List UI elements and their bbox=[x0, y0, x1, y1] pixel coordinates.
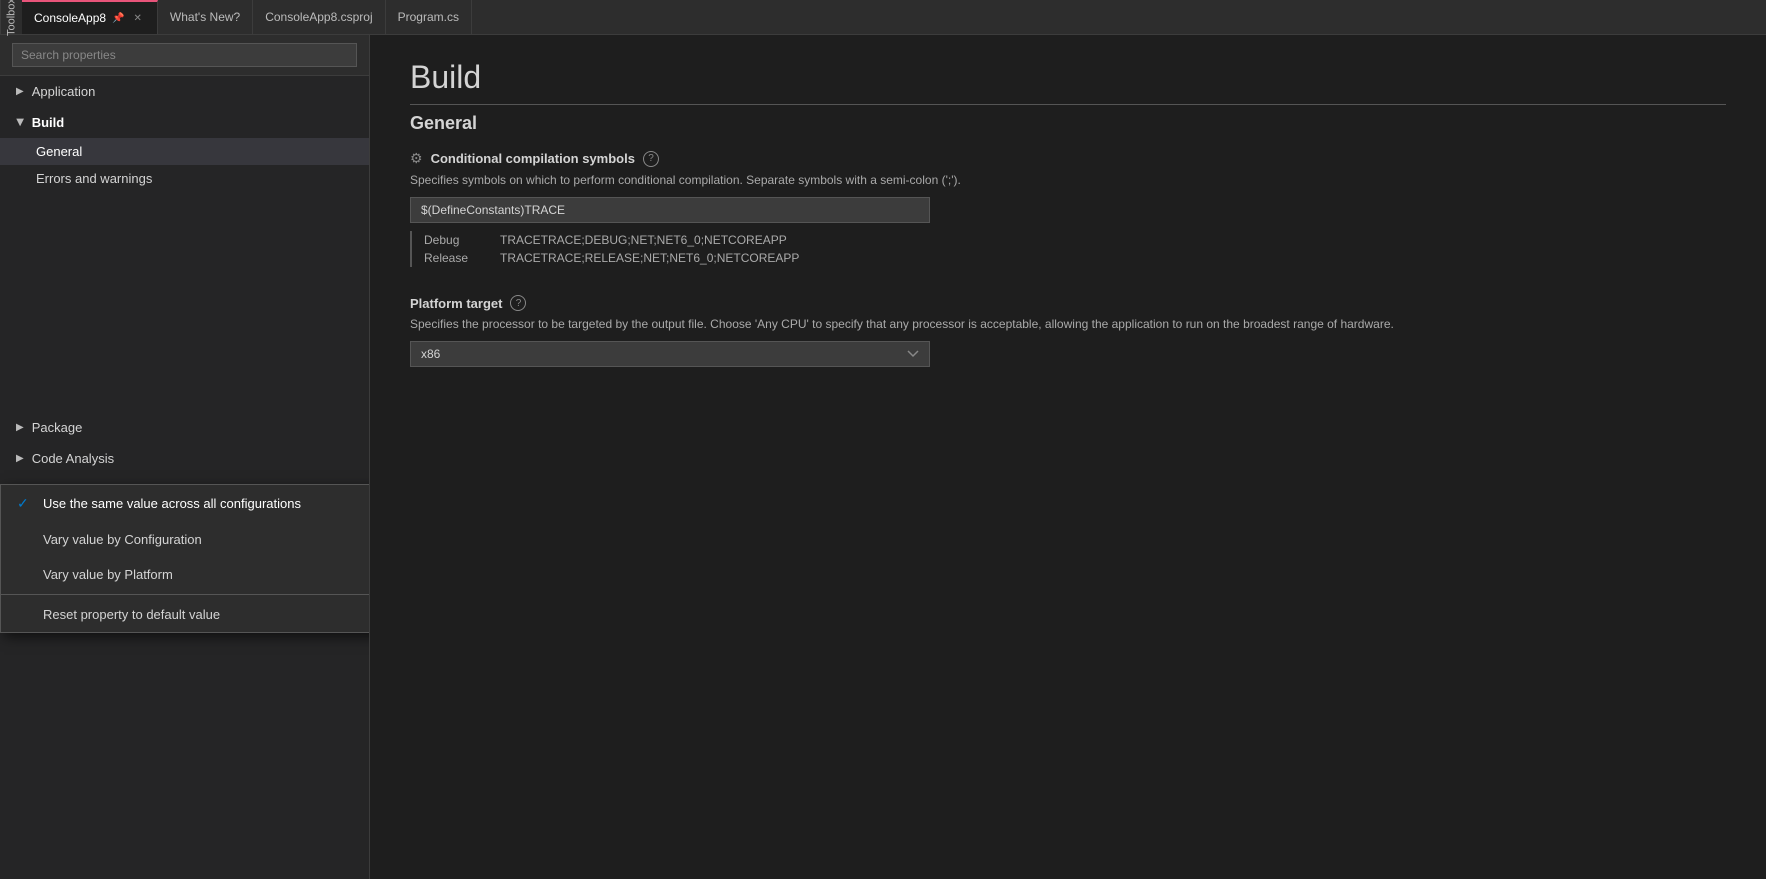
dropdown-item-same-value[interactable]: ✓ Use the same value across all configur… bbox=[1, 485, 370, 522]
search-input[interactable] bbox=[12, 43, 357, 67]
preview-table: Debug TRACETRACE;DEBUG;NET;NET6_0;NETCOR… bbox=[410, 231, 1726, 267]
preview-row-debug: Debug TRACETRACE;DEBUG;NET;NET6_0;NETCOR… bbox=[424, 231, 1726, 249]
preview-row-release: Release TRACETRACE;RELEASE;NET;NET6_0;NE… bbox=[424, 249, 1726, 267]
check-icon: ✓ bbox=[17, 495, 33, 512]
dropdown-item-label: Use the same value across all configurat… bbox=[43, 496, 301, 511]
chevron-right-icon: ▶ bbox=[16, 422, 24, 433]
tab-consoleapp8[interactable]: ConsoleApp8 📌 ✕ bbox=[22, 0, 158, 34]
close-icon[interactable]: ✕ bbox=[131, 12, 145, 25]
conditional-symbols-input[interactable] bbox=[410, 197, 930, 223]
tab-program[interactable]: Program.cs bbox=[386, 0, 472, 34]
field-label: Platform target bbox=[410, 296, 502, 311]
dropdown-item-label: Vary value by Platform bbox=[43, 567, 173, 582]
divider bbox=[1, 594, 370, 595]
sidebar-item-label: General bbox=[36, 144, 82, 159]
toolbox-strip[interactable]: Toolbox bbox=[0, 0, 22, 34]
help-icon[interactable]: ? bbox=[643, 151, 659, 167]
chevron-down-icon: ▶ bbox=[14, 119, 25, 127]
dropdown-item-reset[interactable]: Reset property to default value bbox=[1, 597, 370, 632]
config-label: Release bbox=[424, 251, 484, 265]
platform-target-select[interactable]: Any CPU x86 x64 ARM ARM64 bbox=[410, 341, 930, 367]
sidebar-item-label: Errors and warnings bbox=[36, 171, 152, 186]
field-description: Specifies symbols on which to perform co… bbox=[410, 171, 1726, 189]
search-bar bbox=[0, 35, 369, 76]
tab-label: ConsoleApp8.csproj bbox=[265, 10, 372, 24]
page-title: Build bbox=[410, 59, 1726, 105]
pin-icon[interactable]: 📌 bbox=[112, 13, 124, 24]
tab-label: ConsoleApp8 bbox=[34, 11, 106, 25]
sidebar-item-package[interactable]: ▶ Package bbox=[0, 412, 369, 443]
sidebar-item-general[interactable]: General bbox=[0, 138, 369, 165]
config-label: Debug bbox=[424, 233, 484, 247]
content-area: Build General ⚙ Conditional compilation … bbox=[370, 35, 1766, 879]
dropdown-item-label: Vary value by Configuration bbox=[43, 532, 202, 547]
chevron-right-icon: ▶ bbox=[16, 86, 24, 97]
dropdown-item-label: Reset property to default value bbox=[43, 607, 220, 622]
main-layout: ▶ Application ▶ Build General Errors and… bbox=[0, 35, 1766, 879]
tab-label: Program.cs bbox=[398, 10, 459, 24]
tab-bar: Toolbox ConsoleApp8 📌 ✕ What's New? Cons… bbox=[0, 0, 1766, 35]
tab-label: What's New? bbox=[170, 10, 240, 24]
dropdown-container: Errors and warnings ✓ Use the same value… bbox=[0, 165, 369, 192]
sidebar-item-application[interactable]: ▶ Application bbox=[0, 76, 369, 107]
field-platform-target: Platform target ? Specifies the processo… bbox=[410, 295, 1726, 367]
sidebar-item-label: Application bbox=[32, 84, 96, 99]
field-label: Conditional compilation symbols bbox=[431, 151, 635, 166]
tab-csproj[interactable]: ConsoleApp8.csproj bbox=[253, 0, 385, 34]
section-title: General bbox=[410, 113, 1726, 134]
field-header: Platform target ? bbox=[410, 295, 1726, 311]
gear-icon: ⚙ bbox=[410, 150, 423, 167]
sidebar-item-label: Package bbox=[32, 420, 83, 435]
config-value: TRACETRACE;RELEASE;NET;NET6_0;NETCOREAPP bbox=[500, 251, 799, 265]
sidebar-item-build[interactable]: ▶ Build bbox=[0, 107, 369, 138]
tab-whatsnew[interactable]: What's New? bbox=[158, 0, 253, 34]
field-header: ⚙ Conditional compilation symbols ? bbox=[410, 150, 1726, 167]
chevron-right-icon: ▶ bbox=[16, 453, 24, 464]
sidebar-item-label: Code Analysis bbox=[32, 451, 114, 466]
sidebar-item-errors[interactable]: Errors and warnings bbox=[0, 165, 369, 192]
sidebar: ▶ Application ▶ Build General Errors and… bbox=[0, 35, 370, 879]
dropdown-menu: ✓ Use the same value across all configur… bbox=[0, 484, 370, 633]
config-value: TRACETRACE;DEBUG;NET;NET6_0;NETCOREAPP bbox=[500, 233, 787, 247]
sidebar-item-label: Build bbox=[32, 115, 65, 130]
field-conditional-symbols: ⚙ Conditional compilation symbols ? Spec… bbox=[410, 150, 1726, 267]
help-icon[interactable]: ? bbox=[510, 295, 526, 311]
dropdown-item-vary-config[interactable]: Vary value by Configuration bbox=[1, 522, 370, 557]
dropdown-item-vary-platform[interactable]: Vary value by Platform bbox=[1, 557, 370, 592]
sidebar-item-codeanalysis[interactable]: ▶ Code Analysis bbox=[0, 443, 369, 474]
field-description: Specifies the processor to be targeted b… bbox=[410, 315, 1726, 333]
